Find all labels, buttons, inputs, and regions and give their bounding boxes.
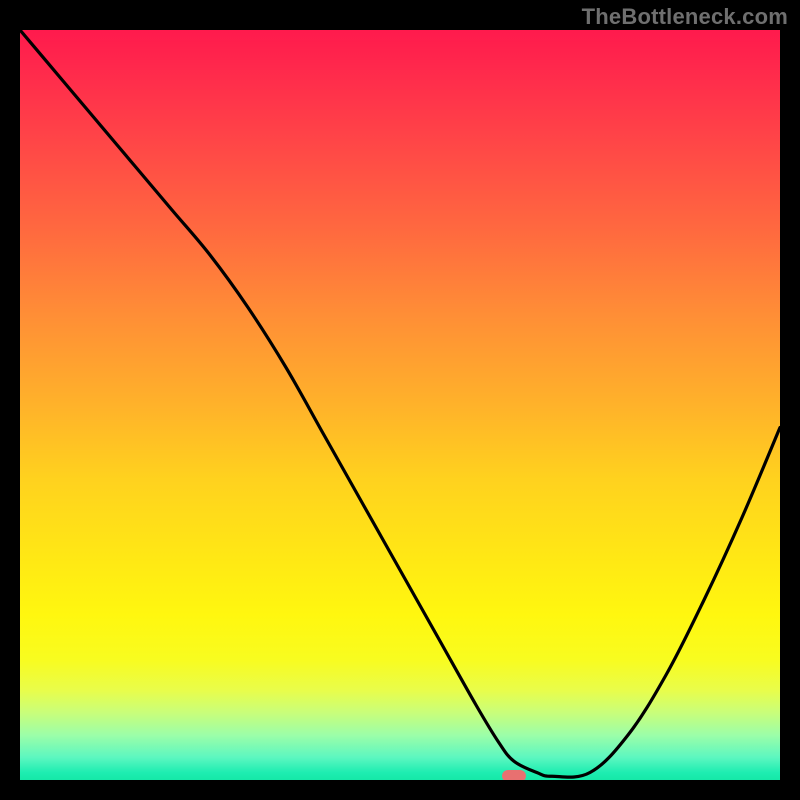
optimal-point-marker [502,770,526,780]
chart-frame: TheBottleneck.com [0,0,800,800]
bottleneck-curve [20,30,780,780]
watermark-text: TheBottleneck.com [582,4,788,30]
plot-area [20,30,780,780]
